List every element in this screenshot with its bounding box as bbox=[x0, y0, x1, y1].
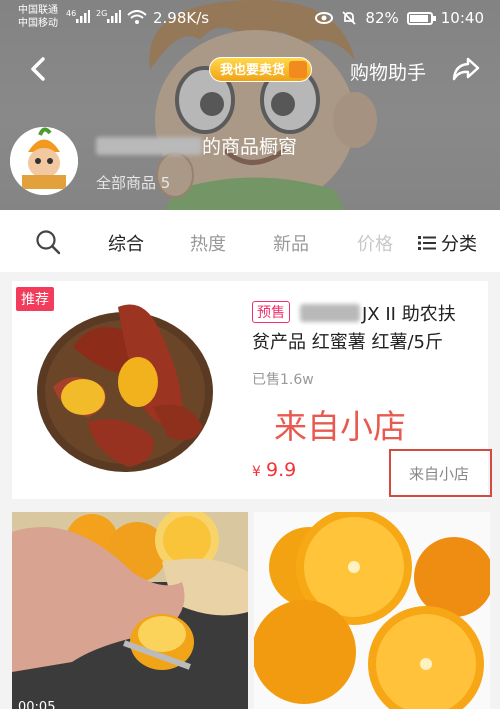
sweet-potato-image bbox=[37, 304, 213, 472]
from-store-annotation: 来自小店 bbox=[274, 407, 406, 446]
store-name-suffix: 的商品橱窗 bbox=[202, 136, 298, 158]
sold-count: 已售1.6w bbox=[252, 372, 314, 388]
eye-icon bbox=[315, 12, 334, 24]
product-title-line1-text: JX II 助农扶 bbox=[362, 304, 456, 325]
category-label: 分类 bbox=[441, 234, 477, 255]
product-title-redacted bbox=[300, 304, 360, 322]
sell-goods-label: 我也要卖货 bbox=[220, 63, 286, 78]
signal-icon bbox=[76, 10, 90, 23]
recommended-badge: 推荐 bbox=[16, 287, 54, 311]
status-right: 82% 10:40 bbox=[315, 9, 484, 27]
presale-tag: 预售 bbox=[252, 301, 290, 323]
share-icon[interactable] bbox=[451, 56, 481, 82]
network-type-1: 46 bbox=[66, 9, 77, 18]
carrier-labels: 中国联通 中国移动 bbox=[18, 4, 58, 30]
back-arrow-icon[interactable] bbox=[24, 54, 54, 84]
signal-icon-2 bbox=[107, 10, 121, 23]
store-avatar[interactable] bbox=[10, 127, 78, 195]
product-title-line2: 贫产品 红蜜薯 红薯/5斤 bbox=[252, 332, 443, 353]
sell-goods-button[interactable]: 我也要卖货 bbox=[209, 57, 313, 82]
tab-popularity[interactable]: 热度 bbox=[190, 230, 226, 256]
network-speed: 2.98K/s bbox=[153, 9, 210, 27]
price-currency: ¥ bbox=[252, 464, 261, 480]
shopping-assistant-link[interactable]: 购物助手 bbox=[350, 58, 426, 85]
tab-price[interactable]: 价格 bbox=[357, 230, 397, 256]
store-name: 的商品橱窗 bbox=[96, 132, 297, 159]
video-duration: 00:05 bbox=[18, 700, 56, 709]
network-type-2: 2G bbox=[96, 9, 108, 18]
store-header: 中国联通 中国移动 46 2G 2.98K/s 82% 10:40 我也要卖货 … bbox=[0, 0, 500, 210]
carrier-1: 中国联通 bbox=[18, 5, 58, 16]
wifi-icon bbox=[127, 10, 147, 24]
all-goods-count: 全部商品 5 bbox=[96, 174, 171, 192]
video-product-card[interactable] bbox=[12, 512, 248, 709]
orange-cutting-video-thumbnail bbox=[12, 512, 248, 709]
tab-new[interactable]: 新品 bbox=[273, 230, 309, 256]
avatar-mascot-image bbox=[10, 127, 78, 195]
search-icon[interactable] bbox=[35, 229, 61, 255]
store-name-redacted bbox=[96, 136, 202, 155]
battery-icon bbox=[406, 11, 436, 25]
category-button[interactable]: 分类 bbox=[418, 230, 477, 256]
list-icon bbox=[418, 236, 436, 250]
orange-product-image bbox=[254, 512, 490, 709]
shop-bag-icon bbox=[289, 61, 308, 78]
from-store-label: 来自小店 bbox=[409, 465, 470, 483]
product-title-line1: JX II 助农扶 bbox=[300, 300, 456, 326]
product-price: ¥ 9.9 bbox=[252, 459, 296, 481]
status-bar: 中国联通 中国移动 46 2G 2.98K/s 82% 10:40 bbox=[0, 0, 500, 34]
tab-comprehensive[interactable]: 综合 bbox=[108, 230, 144, 256]
price-value: 9.9 bbox=[266, 459, 297, 481]
battery-percent: 82% bbox=[365, 9, 399, 27]
carrier-2: 中国移动 bbox=[18, 18, 58, 29]
clock: 10:40 bbox=[440, 9, 484, 27]
orange-product-card[interactable] bbox=[254, 512, 490, 709]
mute-bell-icon bbox=[342, 11, 357, 25]
